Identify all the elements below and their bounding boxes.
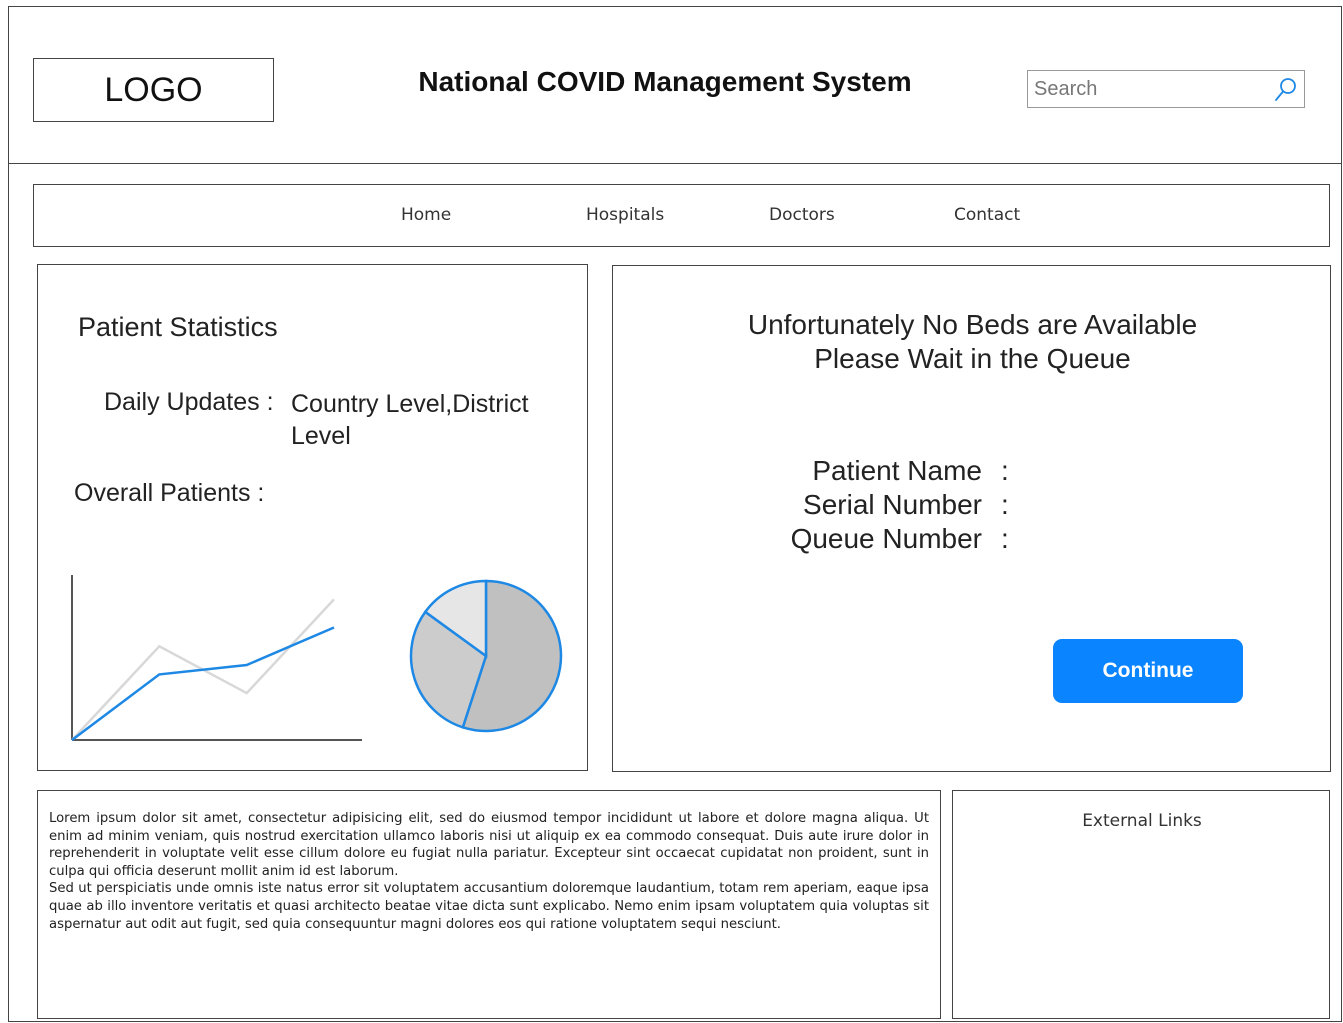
- external-links-title: External Links: [1082, 811, 1202, 831]
- pie-chart: [409, 579, 563, 733]
- search-box[interactable]: [1027, 70, 1305, 108]
- nav-item-doctors[interactable]: Doctors: [769, 205, 835, 225]
- nav-item-home[interactable]: Home: [401, 205, 451, 225]
- serial-number-row: Serial Number :: [613, 489, 1332, 523]
- info-paragraph-2: Sed ut perspiciatis unde omnis iste natu…: [49, 881, 929, 932]
- nav-bar: Home Hospitals Doctors Contact: [33, 184, 1330, 247]
- queue-number-row: Queue Number :: [613, 523, 1332, 557]
- patient-name-row: Patient Name :: [613, 455, 1332, 489]
- patient-name-label: Patient Name: [812, 455, 982, 486]
- header-divider: [8, 163, 1342, 164]
- stats-title: Patient Statistics: [78, 312, 278, 342]
- page-title: National COVID Management System: [418, 66, 912, 97]
- serial-number-label: Serial Number: [803, 489, 982, 520]
- logo-text: LOGO: [104, 70, 203, 109]
- info-paragraph-1: Lorem ipsum dolor sit amet, consectetur …: [49, 811, 929, 879]
- daily-updates-value: Country Level,District Level: [291, 390, 529, 450]
- line-chart: [71, 575, 362, 741]
- queue-message-line-2: Please Wait in the Queue: [814, 343, 1131, 374]
- bed-queue-panel: Unfortunately No Beds are Available Plea…: [612, 265, 1331, 772]
- patient-statistics-panel: Patient Statistics Daily Updates : Count…: [37, 264, 588, 771]
- logo[interactable]: LOGO: [33, 58, 274, 122]
- queue-number-label: Queue Number: [790, 523, 982, 554]
- nav-item-hospitals[interactable]: Hospitals: [586, 205, 664, 225]
- chart-series-0: [71, 626, 335, 741]
- serial-number-colon: :: [1001, 489, 1009, 520]
- queue-message: Unfortunately No Beds are Available Plea…: [613, 308, 1332, 376]
- search-icon[interactable]: [1274, 77, 1298, 103]
- continue-button[interactable]: Continue: [1053, 639, 1243, 703]
- external-links-panel: External Links: [952, 790, 1330, 1019]
- info-text: Lorem ipsum dolor sit amet, consectetur …: [49, 810, 929, 933]
- queue-number-colon: :: [1001, 523, 1009, 554]
- info-text-panel: Lorem ipsum dolor sit amet, consectetur …: [37, 790, 941, 1019]
- queue-message-line-1: Unfortunately No Beds are Available: [747, 309, 1198, 340]
- overall-patients-label: Overall Patients :: [74, 479, 265, 507]
- search-input[interactable]: [1028, 71, 1268, 107]
- daily-updates-label: Daily Updates :: [104, 388, 274, 416]
- patient-name-colon: :: [1001, 455, 1009, 486]
- nav-item-contact[interactable]: Contact: [954, 205, 1020, 225]
